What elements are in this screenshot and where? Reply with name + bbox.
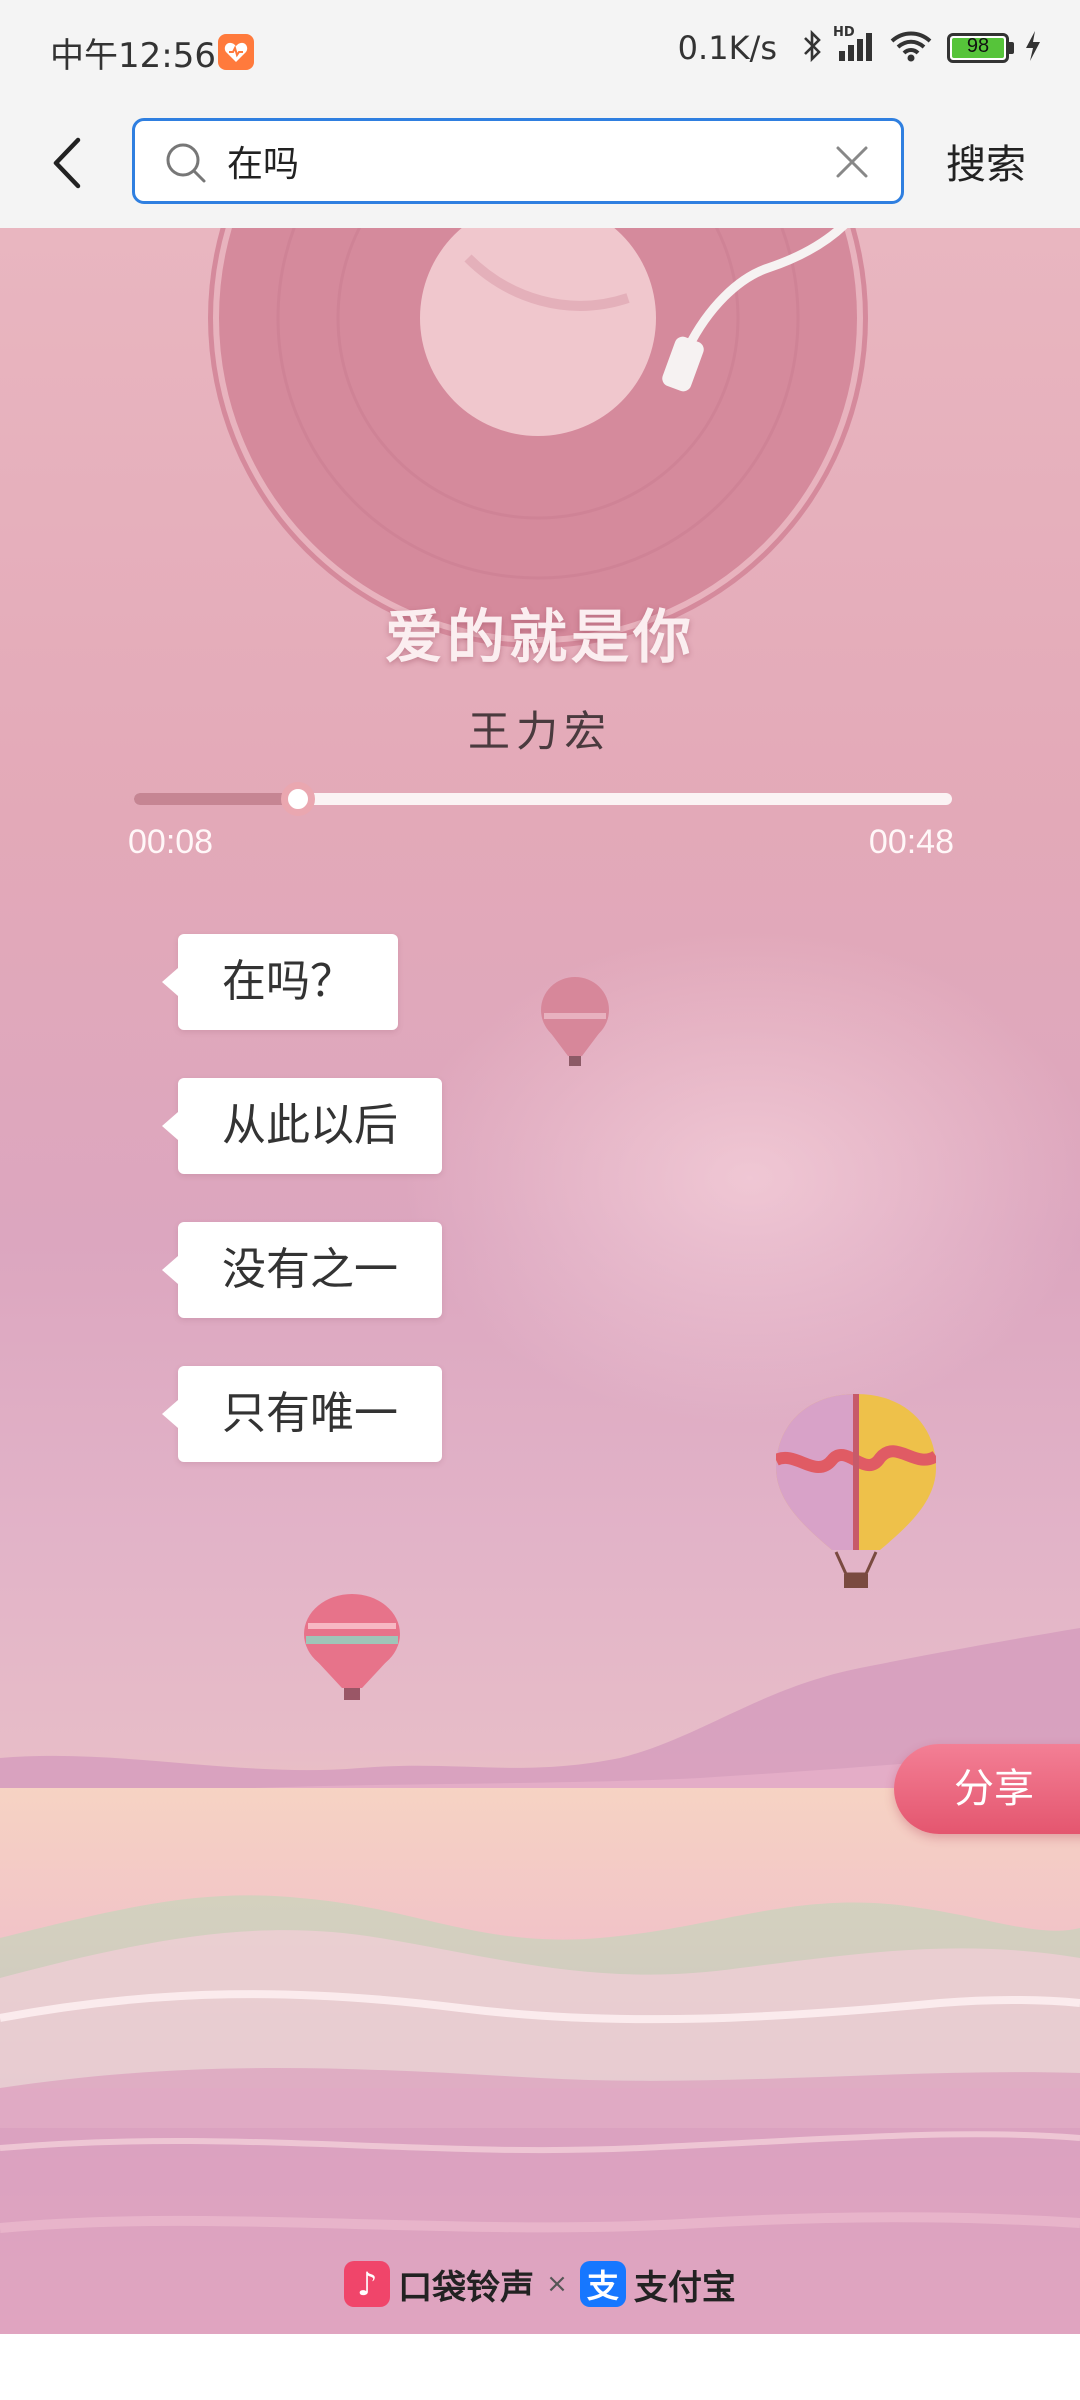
alipay-brand: 支付宝 — [633, 2267, 736, 2308]
pocket-ringtone-brand: 口袋铃声 — [398, 2267, 535, 2308]
app-notification-icon — [218, 34, 254, 70]
wifi-icon — [889, 29, 933, 67]
lyric-bubble: 在吗？ — [162, 934, 398, 1030]
bluetooth-icon — [801, 29, 823, 67]
pocket-ringtone-logo-icon: ♪ — [344, 2261, 391, 2307]
progress-bar[interactable] — [134, 782, 952, 816]
clear-icon[interactable] — [833, 143, 871, 181]
battery-icon: 98 — [947, 33, 1009, 63]
alipay-logo-icon: 支 — [579, 2261, 626, 2307]
artist-name: 王力宏 — [467, 707, 612, 756]
lyric-bubble: 只有唯一 — [162, 1366, 442, 1462]
search-bar: 搜索 — [0, 100, 1080, 228]
progress-knob[interactable] — [280, 782, 315, 816]
status-time: 中午12:56 — [50, 36, 216, 76]
balloon-illustration — [541, 977, 609, 1066]
lyric-bubble: 从此以后 — [162, 1078, 442, 1174]
status-indicators: 0.1K/s HD 98 — [677, 25, 1042, 70]
charging-icon — [1024, 30, 1042, 66]
net-speed: 0.1K/s — [677, 29, 777, 67]
brand-bar: ♪ 口袋铃声 × 支 支付宝 — [0, 2256, 1080, 2312]
battery-level: 98 — [966, 35, 990, 57]
brand-separator: × — [546, 2269, 568, 2299]
hd-label: HD — [833, 25, 855, 40]
lyric-bubble: 没有之一 — [162, 1222, 442, 1318]
progress-fill — [134, 793, 298, 805]
back-arrow-icon — [53, 137, 81, 189]
back-button[interactable] — [40, 128, 100, 198]
share-button[interactable]: 分享 — [894, 1744, 1080, 1834]
status-bar: 中午12:56 0.1K/s HD 98 — [0, 0, 1080, 100]
search-field[interactable] — [132, 118, 904, 204]
ringtone-card: 爱的就是你 王力宏 00:08 00:48 在吗？ 从此以后 没有之一 只有唯一… — [0, 228, 1080, 2334]
search-button[interactable]: 搜索 — [946, 132, 1026, 190]
balloon-illustration — [776, 1394, 936, 1588]
total-time: 00:48 — [868, 823, 954, 861]
signal-icon: HD — [833, 25, 879, 67]
song-title: 爱的就是你 — [384, 603, 695, 671]
search-icon — [166, 143, 206, 183]
balloon-illustration — [304, 1594, 400, 1700]
current-time: 00:08 — [128, 823, 214, 861]
sky-glow — [400, 928, 1080, 1428]
search-input[interactable] — [227, 121, 787, 201]
